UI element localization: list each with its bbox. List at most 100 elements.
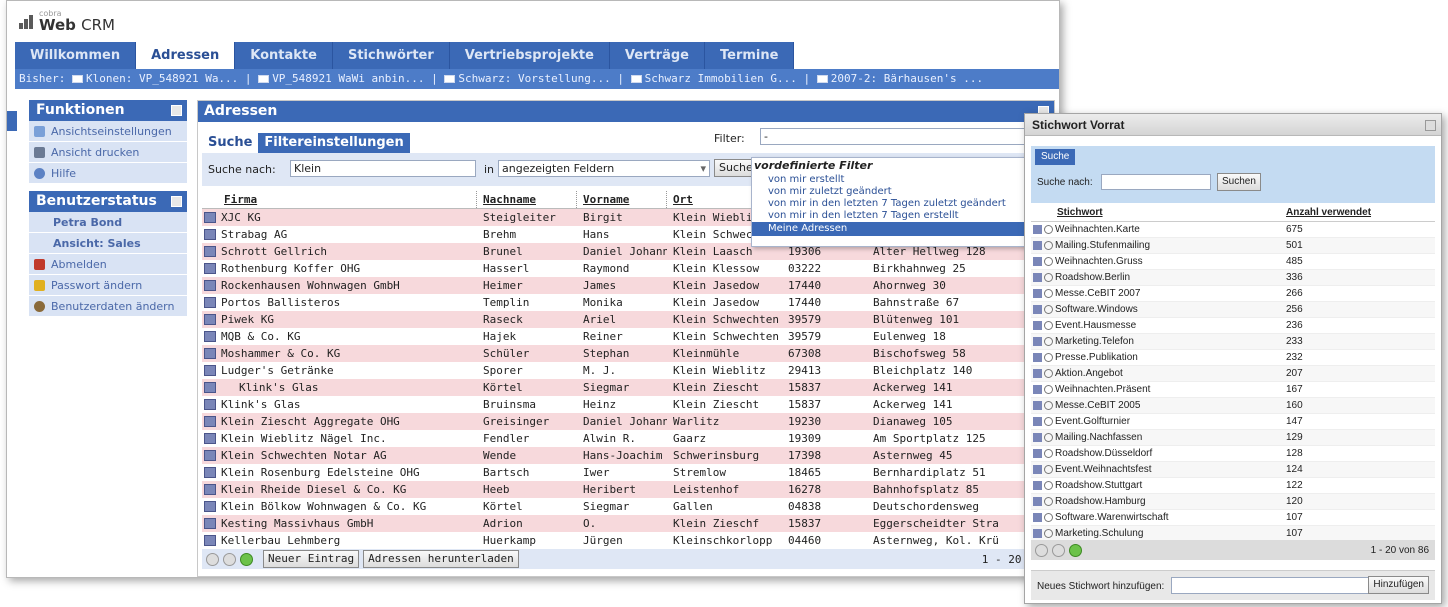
- col-vorname[interactable]: Vorname: [577, 191, 667, 208]
- search-icon[interactable]: [1044, 417, 1053, 426]
- tab-filtereinstellungen[interactable]: Filtereinstellungen: [258, 133, 410, 153]
- list-item[interactable]: Weihnachten.Gruss 485: [1031, 254, 1435, 270]
- minimize-icon[interactable]: [171, 196, 182, 207]
- tag-icon[interactable]: [1033, 321, 1042, 330]
- next-page-icon[interactable]: [1069, 543, 1082, 557]
- table-row[interactable]: Ludger's Getränke Sporer M. J. Klein Wiebli…: [202, 362, 1052, 379]
- address-card-icon[interactable]: [204, 535, 216, 546]
- search-icon[interactable]: [1044, 465, 1053, 474]
- table-row[interactable]: Moshammer & Co. KG Schüler Stephan Kleinmüh…: [202, 345, 1052, 362]
- list-item[interactable]: Messe.CeBIT 2007 266: [1031, 286, 1435, 302]
- list-item[interactable]: Roadshow.Stuttgart 122: [1031, 478, 1435, 494]
- list-item[interactable]: Messe.CeBIT 2005 160: [1031, 398, 1435, 414]
- list-item[interactable]: Event.Hausmesse 236: [1031, 318, 1435, 334]
- tag-icon[interactable]: [1033, 337, 1042, 346]
- search-icon[interactable]: [1044, 529, 1053, 538]
- tab-stichwoerter[interactable]: Stichwörter: [333, 42, 450, 69]
- recent-item[interactable]: 2007-2: Bärhausen's ...: [816, 72, 983, 85]
- address-card-icon[interactable]: [204, 212, 216, 223]
- filter-option[interactable]: von mir in den letzten 7 Tagen zuletzt g…: [752, 198, 1026, 210]
- tab-vertraege[interactable]: Verträge: [610, 42, 705, 69]
- stichwort-search-button[interactable]: Suchen: [1217, 173, 1261, 191]
- col-nachname[interactable]: Nachname: [477, 191, 577, 208]
- tab-willkommen[interactable]: Willkommen: [15, 42, 137, 69]
- recent-item[interactable]: Klonen: VP_548921 Wa...: [71, 72, 238, 85]
- tab-termine[interactable]: Termine: [705, 42, 795, 69]
- sidebar-item-ansichtseinstellungen[interactable]: Ansichtseinstellungen: [29, 121, 187, 142]
- tag-icon[interactable]: [1033, 225, 1042, 234]
- table-row[interactable]: Klink's Glas Bruinsma Heinz Klein Ziescht 15…: [202, 396, 1052, 413]
- search-icon[interactable]: [1044, 449, 1053, 458]
- collapse-strip[interactable]: [7, 111, 17, 131]
- first-page-icon[interactable]: [206, 552, 219, 566]
- list-item[interactable]: Weihnachten.Präsent 167: [1031, 382, 1435, 398]
- table-row[interactable]: Kellerbau Lehmberg Huerkamp Jürgen Kleinsch…: [202, 532, 1052, 549]
- table-row[interactable]: Rockenhausen Wohnwagen GmbH Heimer James Kl…: [202, 277, 1052, 294]
- tag-icon[interactable]: [1033, 289, 1042, 298]
- tag-icon[interactable]: [1033, 481, 1042, 490]
- search-field-select[interactable]: angezeigten Feldern ▾: [498, 160, 710, 177]
- search-input[interactable]: Klein: [290, 160, 476, 177]
- sidebar-item-abmelden[interactable]: Abmelden: [29, 254, 187, 275]
- address-card-icon[interactable]: [204, 467, 216, 478]
- tag-icon[interactable]: [1033, 401, 1042, 410]
- tag-icon[interactable]: [1033, 241, 1042, 250]
- tab-vertriebsprojekte[interactable]: Vertriebsprojekte: [450, 42, 610, 69]
- tag-icon[interactable]: [1033, 305, 1042, 314]
- tab-kontakte[interactable]: Kontakte: [235, 42, 333, 69]
- sidebar-item-ansicht-drucken[interactable]: Ansicht drucken: [29, 142, 187, 163]
- table-row[interactable]: MQB & Co. KG Hajek Reiner Klein Schwechten 3…: [202, 328, 1052, 345]
- col-anzahl[interactable]: Anzahl verwendet: [1286, 204, 1435, 221]
- address-card-icon[interactable]: [204, 246, 216, 257]
- address-card-icon[interactable]: [204, 263, 216, 274]
- tag-icon[interactable]: [1033, 257, 1042, 266]
- tag-icon[interactable]: [1033, 417, 1042, 426]
- tag-icon[interactable]: [1033, 513, 1042, 522]
- search-icon[interactable]: [1044, 305, 1053, 314]
- list-item[interactable]: Roadshow.Hamburg 120: [1031, 494, 1435, 510]
- address-card-icon[interactable]: [204, 280, 216, 291]
- search-icon[interactable]: [1044, 241, 1053, 250]
- table-row[interactable]: Klein Rosenburg Edelsteine OHG Bartsch Iwe…: [202, 464, 1052, 481]
- recent-item[interactable]: VP_548921 WaWi anbin...: [258, 72, 425, 85]
- table-row[interactable]: Piwek KG Raseck Ariel Klein Schwechten 39579…: [202, 311, 1052, 328]
- stichwort-search-input[interactable]: [1101, 174, 1211, 190]
- tag-icon[interactable]: [1033, 353, 1042, 362]
- address-card-icon[interactable]: [204, 331, 216, 342]
- table-row[interactable]: Portos Ballisteros Templin Monika Klein Jas…: [202, 294, 1052, 311]
- list-item[interactable]: Software.Windows 256: [1031, 302, 1435, 318]
- list-item[interactable]: Marketing.Telefon 233: [1031, 334, 1435, 350]
- first-page-icon[interactable]: [1035, 543, 1048, 557]
- address-card-icon[interactable]: [204, 399, 216, 410]
- recent-item[interactable]: Schwarz: Vorstellung...: [444, 72, 611, 85]
- search-icon[interactable]: [1044, 353, 1053, 362]
- tab-adressen[interactable]: Adressen: [136, 42, 236, 69]
- search-icon[interactable]: [1044, 385, 1053, 394]
- search-icon[interactable]: [1044, 433, 1053, 442]
- list-item[interactable]: Roadshow.Berlin 336: [1031, 270, 1435, 286]
- tag-icon[interactable]: [1033, 465, 1042, 474]
- tab-suche[interactable]: Suche: [1035, 149, 1076, 165]
- list-item[interactable]: Mailing.Stufenmailing 501: [1031, 238, 1435, 254]
- address-card-icon[interactable]: [204, 348, 216, 359]
- tag-icon[interactable]: [1033, 273, 1042, 282]
- list-item[interactable]: Aktion.Angebot 207: [1031, 366, 1435, 382]
- sidebar-item-benutzerdaten-aendern[interactable]: Benutzerdaten ändern: [29, 296, 187, 317]
- prev-page-icon[interactable]: [1052, 543, 1065, 557]
- list-item[interactable]: Event.Weihnachtsfest 124: [1031, 462, 1435, 478]
- search-icon[interactable]: [1044, 481, 1053, 490]
- search-icon[interactable]: [1044, 225, 1053, 234]
- new-entry-button[interactable]: Neuer Eintrag: [263, 550, 360, 568]
- address-card-icon[interactable]: [204, 450, 216, 461]
- address-card-icon[interactable]: [204, 297, 216, 308]
- table-row[interactable]: Klink's Glas Körtel Siegmar Klein Ziescht 15…: [202, 379, 1052, 396]
- download-addresses-button[interactable]: Adressen herunterladen: [363, 550, 519, 568]
- list-item[interactable]: Software.Warenwirtschaft 107: [1031, 510, 1435, 526]
- table-row[interactable]: Klein Ziescht Aggregate OHG Greisinger Dan…: [202, 413, 1052, 430]
- search-icon[interactable]: [1044, 257, 1053, 266]
- sidebar-item-passwort-aendern[interactable]: Passwort ändern: [29, 275, 187, 296]
- prev-page-icon[interactable]: [223, 552, 236, 566]
- table-row[interactable]: Kesting Massivhaus GmbH Adrion O. Klein Zie…: [202, 515, 1052, 532]
- search-icon[interactable]: [1044, 273, 1053, 282]
- table-row[interactable]: Klein Wieblitz Nägel Inc. Fendler Alwin R.…: [202, 430, 1052, 447]
